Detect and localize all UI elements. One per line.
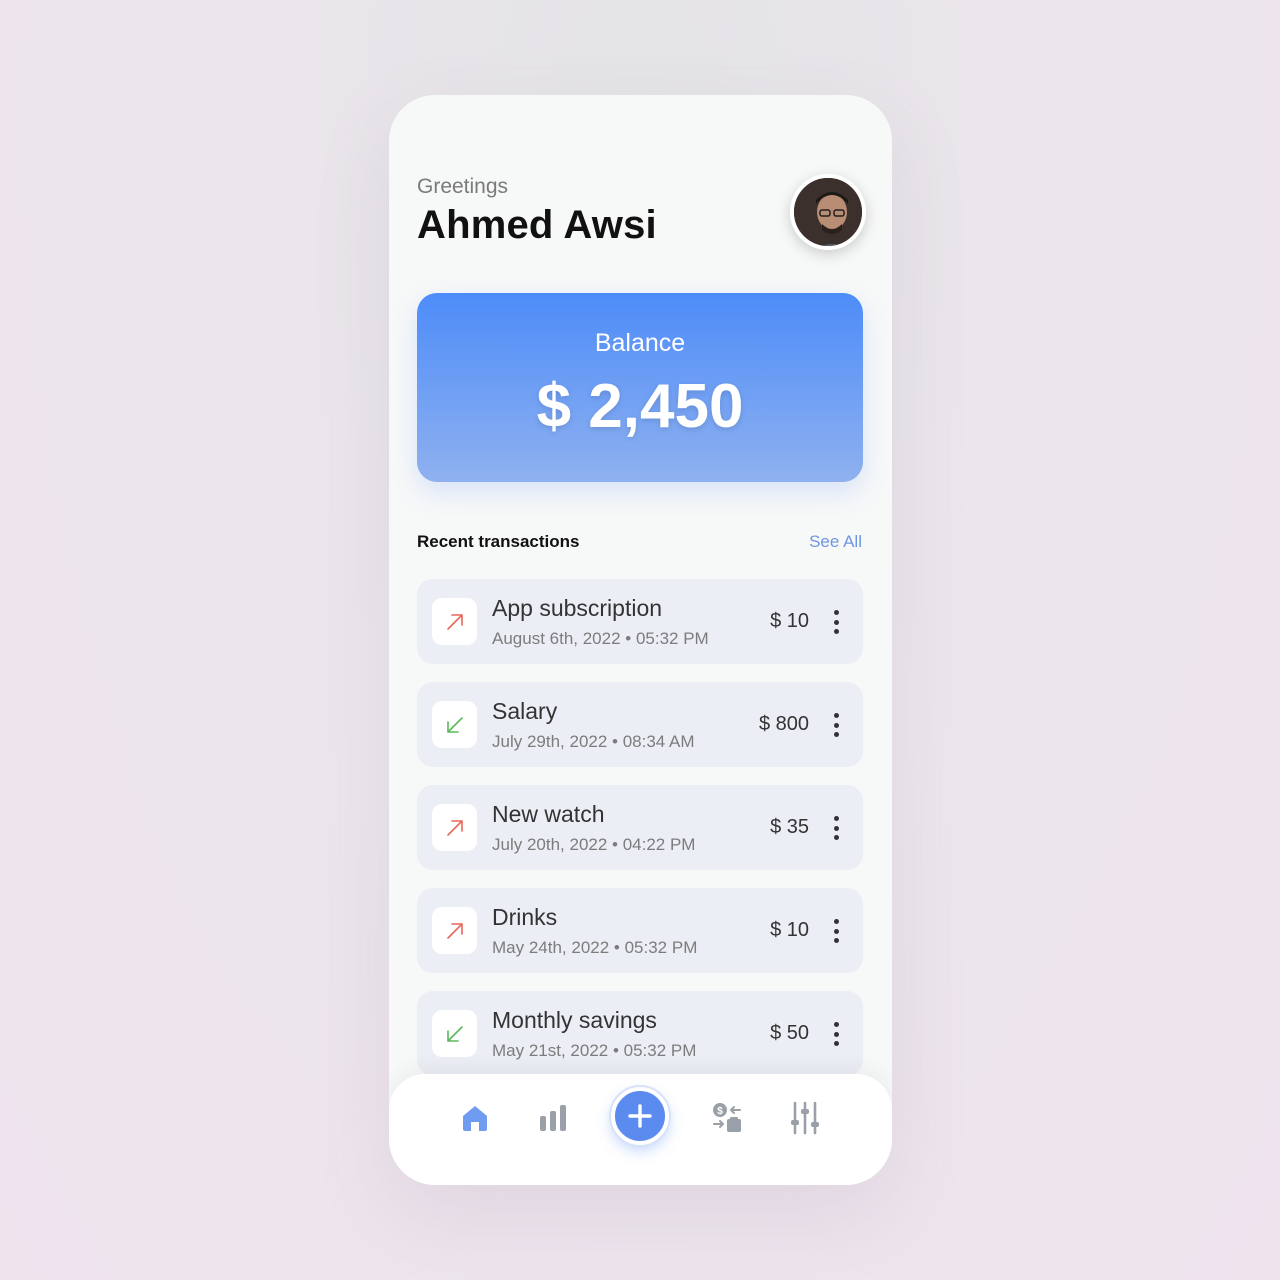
exchange-icon[interactable]: $ xyxy=(707,1098,747,1138)
user-name: Ahmed Awsi xyxy=(417,203,657,247)
transaction-date: July 29th, 2022 • 08:34 AM xyxy=(492,732,695,751)
recent-transactions-title: Recent transactions xyxy=(417,532,580,551)
home-icon[interactable] xyxy=(455,1098,495,1138)
transaction-amount: $ 35 xyxy=(770,816,809,838)
transaction-amount: $ 800 xyxy=(758,713,809,735)
greeting-text: Greetings xyxy=(417,175,509,198)
transaction-title: App subscription xyxy=(492,595,663,621)
balance-card[interactable]: Balance $ 2,450 xyxy=(417,293,863,482)
transaction-row[interactable]: New watch July 20th, 2022 • 04:22 PM $ 3… xyxy=(417,785,863,870)
transaction-date: May 21st, 2022 • 05:32 PM xyxy=(492,1041,697,1060)
transaction-row[interactable]: App subscription August 6th, 2022 • 05:3… xyxy=(417,579,863,664)
avatar-photo-icon xyxy=(794,178,862,246)
transaction-row[interactable]: Salary July 29th, 2022 • 08:34 AM $ 800 xyxy=(417,682,863,767)
avatar[interactable] xyxy=(790,174,866,250)
more-options-icon[interactable] xyxy=(829,919,843,943)
settings-sliders-icon[interactable] xyxy=(785,1098,825,1138)
see-all-link[interactable]: See All xyxy=(809,532,862,552)
arrow-up-right-icon xyxy=(432,907,477,954)
svg-text:$: $ xyxy=(717,1106,723,1117)
more-options-icon[interactable] xyxy=(829,713,843,737)
bottom-navigation: $ xyxy=(389,1074,892,1185)
transaction-row[interactable]: Drinks May 24th, 2022 • 05:32 PM $ 10 xyxy=(417,888,863,973)
more-options-icon[interactable] xyxy=(829,816,843,840)
transaction-title: Salary xyxy=(492,698,558,724)
add-button[interactable] xyxy=(611,1087,669,1145)
transaction-title: Drinks xyxy=(492,904,558,930)
transaction-date: August 6th, 2022 • 05:32 PM xyxy=(492,629,709,648)
transaction-title: New watch xyxy=(492,801,605,827)
transaction-date: May 24th, 2022 • 05:32 PM xyxy=(492,938,698,957)
balance-label: Balance xyxy=(594,329,686,357)
more-options-icon[interactable] xyxy=(829,1022,843,1046)
transactions-list: App subscription August 6th, 2022 • 05:3… xyxy=(417,579,863,1094)
transaction-amount: $ 50 xyxy=(770,1022,809,1044)
transaction-amount: $ 10 xyxy=(770,610,809,632)
add-icon xyxy=(628,1104,652,1128)
transaction-title: Monthly savings xyxy=(492,1007,657,1033)
transaction-date: July 20th, 2022 • 04:22 PM xyxy=(492,835,696,854)
arrow-up-right-icon xyxy=(432,598,477,645)
arrow-down-left-icon xyxy=(432,701,477,748)
more-options-icon[interactable] xyxy=(829,610,843,634)
arrow-up-right-icon xyxy=(432,804,477,851)
stats-icon[interactable] xyxy=(533,1098,573,1138)
phone-screen: Greetings Ahmed Awsi Balance $ 2,450 Rec… xyxy=(389,95,892,1185)
balance-amount: $ 2,450 xyxy=(536,372,744,441)
transaction-row[interactable]: Monthly savings May 21st, 2022 • 05:32 P… xyxy=(417,991,863,1076)
transaction-amount: $ 10 xyxy=(770,919,809,941)
arrow-down-left-icon xyxy=(432,1010,477,1057)
